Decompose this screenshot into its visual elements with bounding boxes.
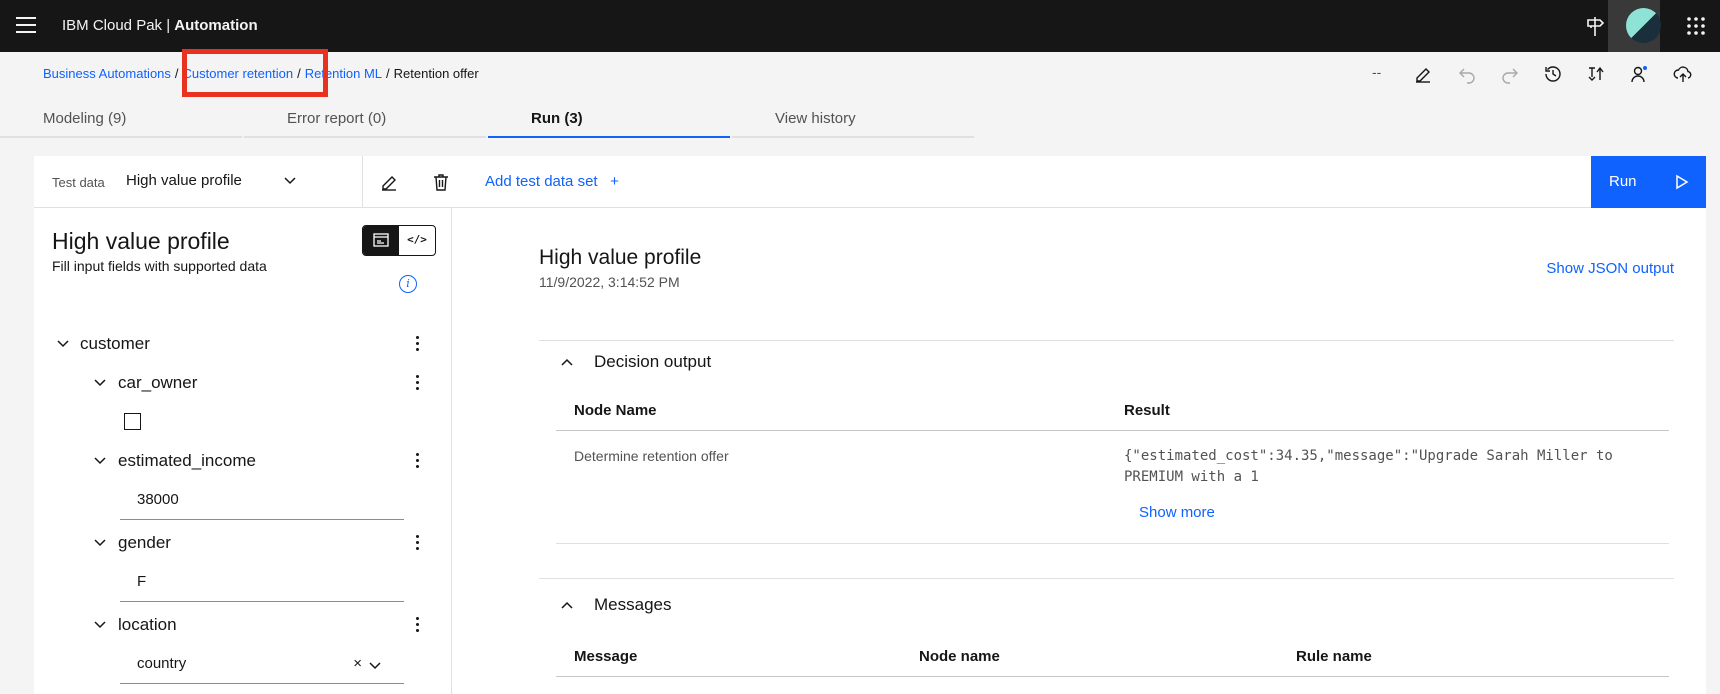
tree-node-car-owner: car_owner xyxy=(118,373,198,392)
edit-icon[interactable] xyxy=(1413,64,1433,84)
column-header-result: Result xyxy=(1124,402,1170,419)
output-title: High value profile xyxy=(539,246,702,269)
menu-icon[interactable] xyxy=(16,17,36,35)
messages-title[interactable]: Messages xyxy=(594,595,671,615)
history-icon[interactable] xyxy=(1543,64,1563,84)
divider xyxy=(539,340,1674,341)
overflow-menu-icon[interactable] xyxy=(416,453,420,469)
tab-modeling[interactable]: Modeling (9) xyxy=(0,96,242,138)
chevron-down-icon[interactable] xyxy=(93,375,107,389)
form-icon xyxy=(373,233,389,247)
tree-node-location: location xyxy=(118,615,177,634)
column-header-node-name: Node name xyxy=(919,648,1000,665)
compare-icon[interactable] xyxy=(1586,64,1606,84)
tab-error-report[interactable]: Error report (0) xyxy=(244,96,486,138)
divider xyxy=(556,543,1669,544)
toolbar-dashes: -- xyxy=(1372,64,1382,80)
test-data-bar: Test data High value profile Add test da… xyxy=(34,156,1706,208)
column-header-message: Message xyxy=(574,648,638,665)
car-owner-checkbox[interactable] xyxy=(124,413,141,430)
gender-input[interactable]: F xyxy=(120,562,404,602)
tab-run[interactable]: Run (3) xyxy=(488,96,730,138)
product-brand[interactable]: IBM Cloud Pak | Automation xyxy=(62,17,258,34)
tree-node-customer: customer xyxy=(80,334,150,353)
chevron-up-icon[interactable] xyxy=(559,597,575,613)
avatar[interactable] xyxy=(1626,8,1661,43)
breadcrumb-separator: / xyxy=(174,66,179,81)
plus-icon: + xyxy=(610,173,619,190)
divider xyxy=(556,430,1669,431)
redo-icon[interactable] xyxy=(1500,64,1520,84)
undo-icon[interactable] xyxy=(1457,64,1477,84)
chevron-down-icon[interactable] xyxy=(93,535,107,549)
test-data-label: Test data xyxy=(52,175,105,190)
overflow-menu-icon[interactable] xyxy=(416,617,420,633)
signpost-icon[interactable] xyxy=(1583,14,1607,38)
tab-bar: Modeling (9) Error report (0) Run (3) Vi… xyxy=(0,96,1720,138)
play-icon xyxy=(1676,174,1689,190)
location-value: country xyxy=(137,655,187,672)
chevron-down-icon[interactable] xyxy=(368,658,382,672)
info-icon[interactable]: i xyxy=(399,275,417,293)
run-panel: Test data High value profile Add test da… xyxy=(34,156,1706,694)
result-line: {"estimated_cost":34.35,"message":"Upgra… xyxy=(1124,448,1613,464)
chevron-down-icon[interactable] xyxy=(282,172,298,188)
breadcrumb-business-automations[interactable]: Business Automations xyxy=(43,66,171,81)
run-button[interactable]: Run xyxy=(1591,156,1706,208)
tree-node-gender: gender xyxy=(118,533,171,552)
chevron-down-icon[interactable] xyxy=(93,617,107,631)
add-test-data-set-button[interactable]: Add test data set + xyxy=(485,173,619,190)
edit-test-data-icon[interactable] xyxy=(379,172,399,192)
highlight-box xyxy=(182,49,328,97)
view-toggle: </> xyxy=(362,225,436,256)
brand-product: Automation xyxy=(174,17,258,34)
decision-row-result: {"estimated_cost":34.35,"message":"Upgra… xyxy=(1124,446,1684,488)
divider xyxy=(362,156,363,208)
top-header: IBM Cloud Pak | Automation xyxy=(0,0,1720,52)
user-icon[interactable] xyxy=(1629,64,1649,84)
show-more-link[interactable]: Show more xyxy=(1139,504,1215,521)
output-panel: High value profile 11/9/2022, 3:14:52 PM… xyxy=(453,208,1706,694)
input-title: High value profile xyxy=(52,228,230,254)
divider xyxy=(556,676,1669,677)
column-header-rule-name: Rule name xyxy=(1296,648,1372,665)
tab-view-history[interactable]: View history xyxy=(732,96,974,138)
estimated-income-input[interactable]: 38000 xyxy=(120,480,404,520)
overflow-menu-icon[interactable] xyxy=(416,375,420,391)
chevron-up-icon[interactable] xyxy=(559,354,575,370)
form-view-button[interactable] xyxy=(363,226,399,255)
overflow-menu-icon[interactable] xyxy=(416,535,420,551)
decision-output-title[interactable]: Decision output xyxy=(594,352,711,372)
tree-node-estimated-income: estimated_income xyxy=(118,451,256,470)
location-select[interactable]: country × xyxy=(120,644,404,684)
app-switcher-icon[interactable] xyxy=(1684,14,1708,38)
divider xyxy=(539,578,1674,579)
code-view-button[interactable]: </> xyxy=(399,226,435,255)
brand-prefix: IBM Cloud Pak | xyxy=(62,17,175,34)
column-header-node-name: Node Name xyxy=(574,402,657,419)
result-line: PREMIUM with a 1 xyxy=(1124,469,1259,485)
show-json-output-link[interactable]: Show JSON output xyxy=(1546,260,1674,277)
chevron-down-icon[interactable] xyxy=(56,336,70,350)
output-timestamp: 11/9/2022, 3:14:52 PM xyxy=(539,274,680,290)
input-subtitle: Fill input fields with supported data xyxy=(52,258,267,274)
deploy-icon[interactable] xyxy=(1673,64,1693,84)
clear-icon[interactable]: × xyxy=(353,655,362,672)
input-panel: High value profile Fill input fields wit… xyxy=(34,208,452,694)
breadcrumb-separator: / xyxy=(386,66,390,81)
breadcrumb-current: Retention offer xyxy=(393,66,479,81)
add-test-data-label: Add test data set xyxy=(485,173,598,190)
overflow-menu-icon[interactable] xyxy=(416,336,420,352)
run-button-label: Run xyxy=(1609,173,1637,190)
chevron-down-icon[interactable] xyxy=(93,453,107,467)
decision-row-node: Determine retention offer xyxy=(574,448,729,464)
trash-icon[interactable] xyxy=(431,172,451,192)
